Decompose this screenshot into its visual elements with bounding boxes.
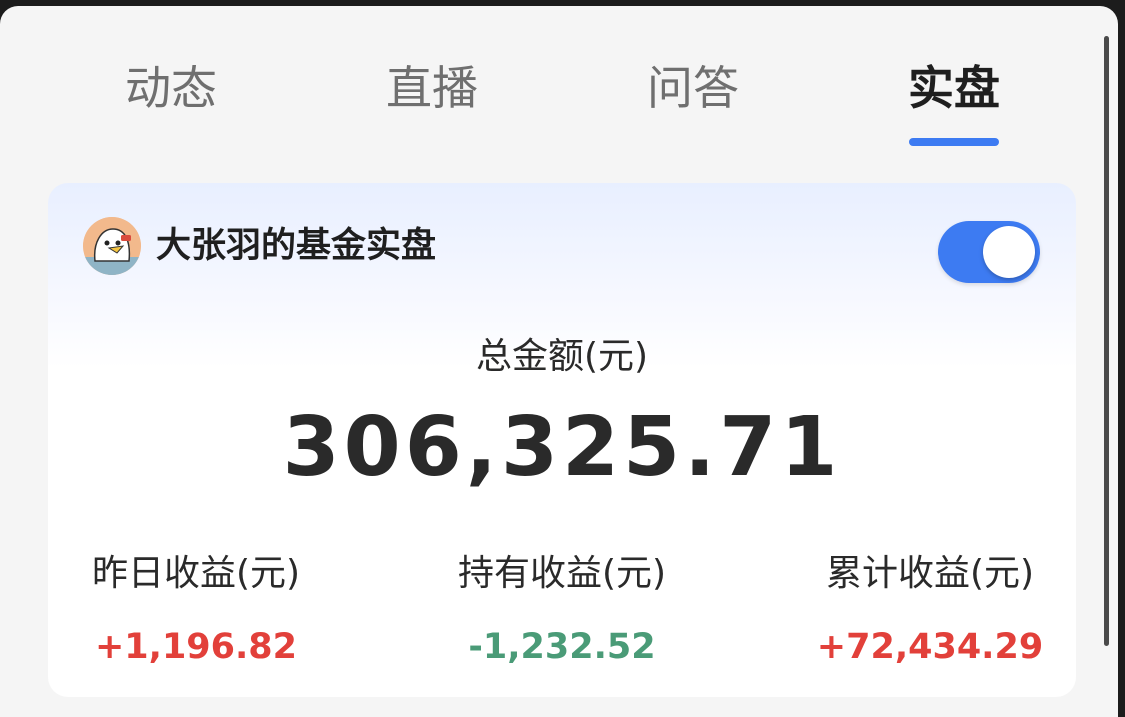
tab-live[interactable]: 直播 (332, 58, 532, 118)
avatar[interactable] (83, 217, 141, 275)
stat-yesterday: 昨日收益(元) +1,196.82 (56, 550, 336, 670)
stat-yesterday-label: 昨日收益(元) (91, 553, 301, 594)
stat-cumulative-label: 累计收益(元) (825, 553, 1035, 594)
stat-cumulative: 累计收益(元) +72,434.29 (790, 550, 1070, 670)
stat-holding: 持有收益(元) -1,232.52 (422, 550, 702, 670)
total-amount-label: 总金额(元) (475, 336, 649, 377)
stat-holding-label: 持有收益(元) (457, 553, 667, 594)
stat-yesterday-value: +1,196.82 (94, 627, 298, 667)
toggle-knob (983, 226, 1035, 278)
tab-qa[interactable]: 问答 (593, 58, 793, 118)
portfolio-card: 大张羽的基金实盘 总金额(元) 306,325.71 昨日收益(元) +1,19… (48, 183, 1076, 697)
tab-bar: 动态 直播 问答 实盘 (0, 6, 1118, 166)
bottom-sheet: 动态 直播 问答 实盘 大张羽的基金实盘 总金额(元) 306,325.71 昨… (0, 6, 1118, 717)
stat-holding-value: -1,232.52 (468, 627, 656, 667)
total-amount-value: 306,325.71 (282, 400, 842, 495)
tab-portfolio[interactable]: 实盘 (854, 58, 1054, 118)
portfolio-visibility-toggle[interactable] (938, 221, 1040, 283)
tab-feed[interactable]: 动态 (71, 58, 271, 118)
active-tab-indicator (909, 138, 999, 146)
duck-avatar-icon (83, 217, 141, 275)
portfolio-title: 大张羽的基金实盘 (156, 226, 437, 266)
stat-cumulative-value: +72,434.29 (816, 627, 1044, 667)
